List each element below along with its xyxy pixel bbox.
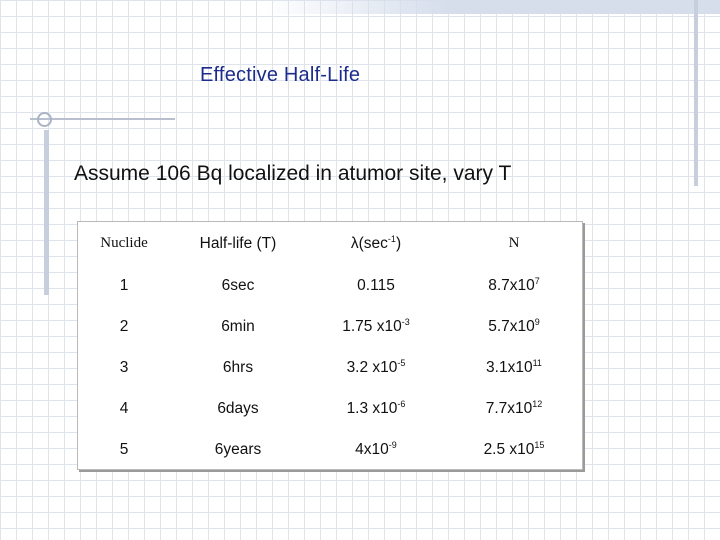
cell-n: 8.7x107 [446,265,582,306]
header-nuclide: Nuclide [78,222,170,265]
header-n: N [446,222,582,265]
table-row: 1 6sec 0.115 8.7x107 [78,265,582,306]
cell-lambda: 3.2 x10-5 [306,347,446,388]
n-exponent: 9 [534,316,540,327]
header-n-text: N [508,235,520,251]
n-exponent: 7 [534,275,540,286]
header-lambda-exponent: -1 [387,233,396,244]
n-exponent: 11 [532,357,542,368]
ring-icon [37,112,52,127]
header-half-life-text: Half-life (T) [199,234,277,252]
cell-nuclide: 1 [119,276,129,294]
n-mantissa: 2.5 x10 [483,440,535,458]
cell-nuclide: 4 [119,399,129,417]
cell-nuclide: 5 [119,440,129,458]
decorative-frame-line-right [694,0,698,186]
header-lambda-base: λ(sec [350,234,388,252]
header-lambda: λ(sec-1) [306,222,446,265]
cell-n: 5.7x109 [446,306,582,347]
lambda-mantissa: 1.75 x10 [342,317,402,335]
cell-half-life: 6years [214,440,262,458]
decorative-top-band [265,0,720,14]
decorative-frame-line-left [44,130,49,295]
n-exponent: 12 [532,398,543,409]
cell-nuclide: 2 [119,317,129,335]
slide-title: Effective Half-Life [200,64,361,86]
lambda-mantissa: 1.3 x10 [346,399,398,417]
half-life-table-container: Nuclide Half-life (T) λ(sec-1) N 1 6sec … [77,221,583,470]
slide-subtitle: Assume 106 Bq localized in atumor site, … [74,162,512,185]
cell-lambda: 1.75 x10-3 [306,306,446,347]
cell-half-life: 6days [217,399,259,417]
table-row: 2 6min 1.75 x10-3 5.7x109 [78,306,582,347]
cell-lambda: 0.115 [306,265,446,306]
table-row: 3 6hrs 3.2 x10-5 3.1x1011 [78,347,582,388]
cell-n: 2.5 x1015 [446,429,582,470]
lambda-mantissa: 3.2 x10 [346,358,398,376]
n-mantissa: 8.7x10 [488,276,535,294]
n-mantissa: 7.7x10 [485,399,533,417]
cell-n: 7.7x1012 [446,388,582,429]
header-half-life: Half-life (T) [170,222,306,265]
lambda-exponent: -5 [397,357,406,368]
table-header-row: Nuclide Half-life (T) λ(sec-1) N [78,222,582,265]
table-row: 5 6years 4x10-9 2.5 x1015 [78,429,582,470]
cell-lambda: 4x10-9 [306,429,446,470]
cell-nuclide: 3 [119,358,129,376]
header-lambda-close: ) [395,234,402,252]
half-life-table: Nuclide Half-life (T) λ(sec-1) N 1 6sec … [78,222,582,470]
n-mantissa: 5.7x10 [488,317,535,335]
lambda-exponent: -6 [397,398,406,409]
cell-lambda: 1.3 x10-6 [306,388,446,429]
lambda-exponent: -9 [388,439,397,450]
n-mantissa: 3.1x10 [486,358,533,376]
n-exponent: 15 [534,439,545,450]
cell-half-life: 6hrs [222,358,254,376]
cell-n: 3.1x1011 [446,347,582,388]
table-row: 4 6days 1.3 x10-6 7.7x1012 [78,388,582,429]
cell-half-life: 6sec [221,276,255,294]
lambda-mantissa: 4x10 [355,440,389,458]
lambda-exponent: -3 [401,316,410,327]
cell-half-life: 6min [221,317,255,335]
header-nuclide-text: Nuclide [100,235,148,251]
lambda-mantissa: 0.115 [357,276,395,294]
